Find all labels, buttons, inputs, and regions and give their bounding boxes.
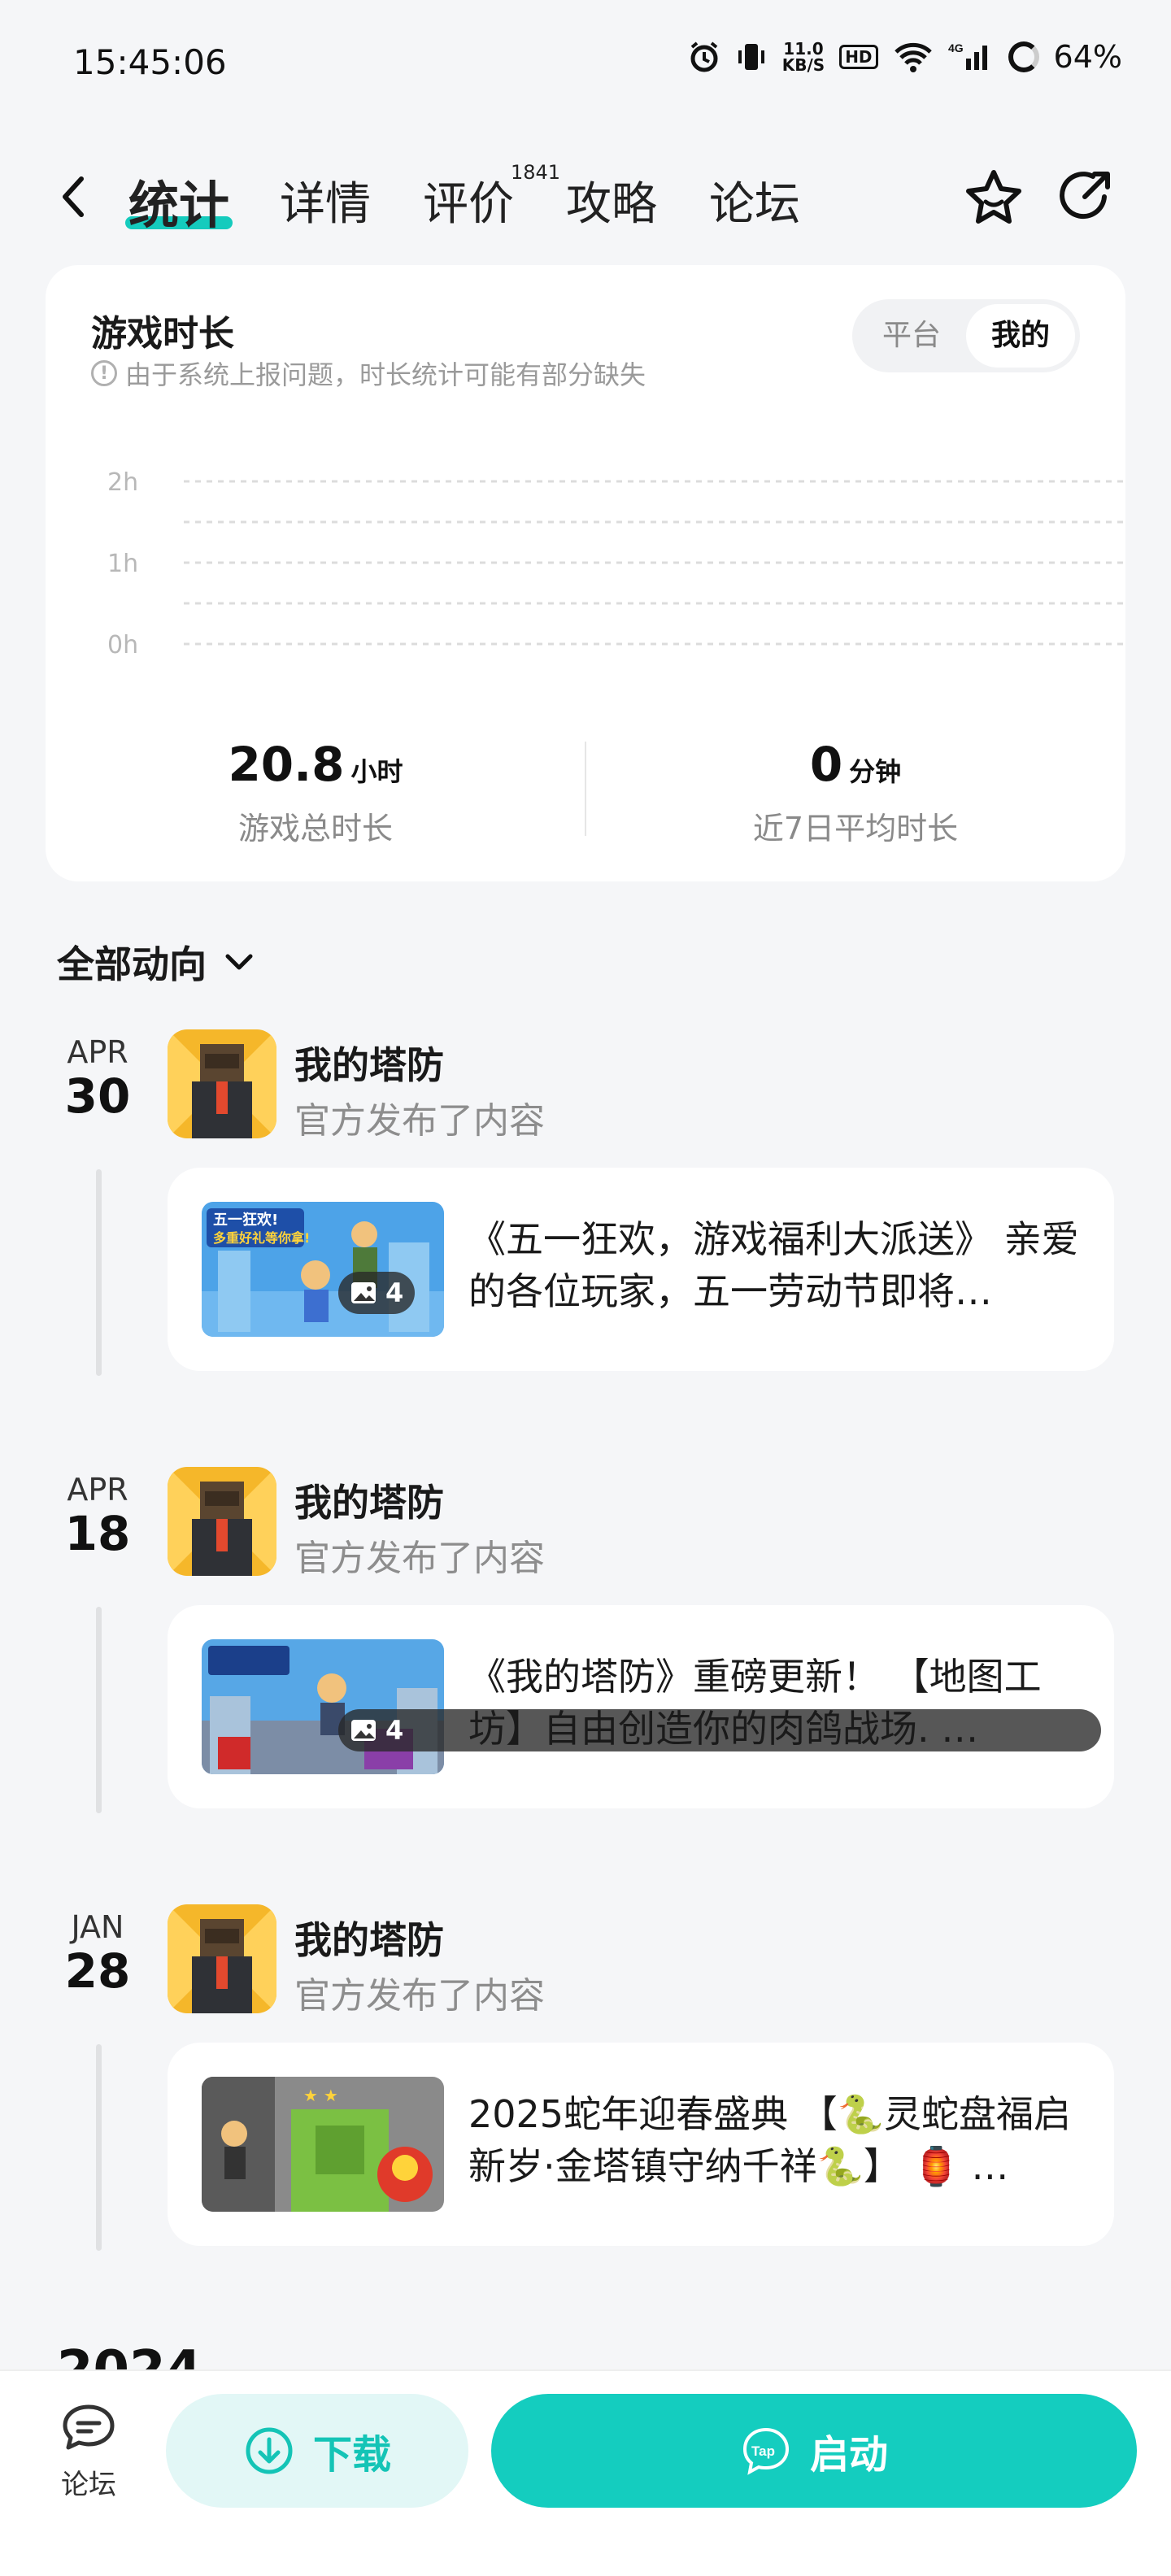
download-label: 下载 <box>312 2432 391 2478</box>
feed-entry: JAN 28 我的塔防 官方发布了内容 ★ ★ 2025蛇年迎春盛典 【🐍灵蛇盘… <box>0 1904 1171 2316</box>
playtime-summary: 20.8 小时 游戏总时长 0 分钟 近7日平均时长 <box>46 737 1125 867</box>
activity-filter-label: 全部动向 <box>57 942 207 986</box>
timeline-line <box>96 2044 102 2251</box>
total-playtime-value: 20.8 <box>228 737 345 792</box>
svg-text:★ ★: ★ ★ <box>303 2086 338 2105</box>
entry-date: APR 18 <box>49 1472 146 1560</box>
activity-filter[interactable]: 全部动向 <box>57 935 255 989</box>
total-playtime-unit: 小时 <box>350 756 403 787</box>
forum-button[interactable]: 论坛 <box>52 2402 125 2502</box>
card-note: ! 由于系统上报问题，时长统计可能有部分缺失 <box>91 355 646 392</box>
avg-playtime-value: 0 <box>809 737 843 792</box>
tap-logo-text: Tap <box>751 2443 775 2459</box>
share-icon[interactable] <box>1052 166 1117 231</box>
post-thumbnail[interactable]: ★ ★ <box>202 2077 444 2212</box>
toggle-mine[interactable]: 我的 <box>966 304 1075 368</box>
download-icon <box>246 2427 293 2474</box>
vibrate-icon <box>738 44 764 70</box>
entry-action: 官方发布了内容 <box>294 1100 545 1142</box>
feed-entry: APR 30 我的塔防 官方发布了内容 五一狂欢! 多重好礼等你拿! 4 《五一狂… <box>0 1029 1171 1441</box>
post-text[interactable]: 2025蛇年迎春盛典 【🐍灵蛇盘福启新岁·金塔镇守纳千祥🐍】 🏮 … <box>468 2088 1086 2194</box>
image-count-badge: 4 <box>338 1272 416 1314</box>
app-icon[interactable] <box>168 1904 276 2013</box>
image-count: 4 <box>385 1715 404 1746</box>
entry-day: 30 <box>64 1068 131 1124</box>
avg-playtime-label: 近7日平均时长 <box>752 811 959 846</box>
app-icon[interactable] <box>168 1467 276 1576</box>
chart-y-tick: 2h <box>107 468 138 497</box>
signal-icon: 4G <box>948 41 987 70</box>
bottom-action-bar: 论坛 下载 Tap 启动 <box>0 2369 1171 2576</box>
back-icon[interactable] <box>57 172 89 221</box>
info-icon: ! <box>91 360 117 386</box>
launch-label: 启动 <box>809 2432 888 2478</box>
image-count: 4 <box>385 1277 404 1308</box>
source-toggle[interactable]: 平台 我的 <box>852 299 1080 372</box>
tab-reviews[interactable]: 评价 <box>423 168 514 233</box>
tab-stats[interactable]: 统计 <box>128 164 229 237</box>
post-text[interactable]: 《五一狂欢，游戏福利大派送》 亲爱的各位玩家，五一劳动节即将… <box>468 1213 1086 1319</box>
download-button[interactable]: 下载 <box>166 2394 468 2508</box>
chevron-down-icon <box>225 954 253 970</box>
entry-month: JAN <box>71 1909 124 1945</box>
app-name[interactable]: 我的塔防 <box>294 1911 444 1965</box>
timeline-line <box>96 1169 102 1376</box>
entry-action: 官方发布了内容 <box>294 1975 545 2017</box>
avg-playtime-unit: 分钟 <box>849 756 902 787</box>
hd-badge: HD <box>839 45 878 69</box>
battery-icon <box>1008 41 1039 72</box>
avg-playtime: 0 分钟 近7日平均时长 <box>586 737 1125 848</box>
svg-text:4G: 4G <box>948 41 964 54</box>
post-thumbnail[interactable] <box>202 1639 444 1774</box>
entry-month: APR <box>67 1034 128 1070</box>
chart-y-tick: 0h <box>107 631 138 655</box>
status-time: 15:45:06 <box>73 42 227 82</box>
svg-text:多重好礼等你拿!: 多重好礼等你拿! <box>213 1230 310 1246</box>
reviews-count-badge: 1841 <box>511 161 561 184</box>
tap-logo-icon: Tap <box>742 2427 789 2475</box>
app-icon[interactable] <box>168 1029 276 1138</box>
tab-guides[interactable]: 攻略 <box>566 168 657 233</box>
post-card[interactable]: 4 《我的塔防》重磅更新！ 【地图工坊】自由创造你的肉鸽战场. … <box>168 1605 1114 1808</box>
star-icon[interactable] <box>961 166 1026 231</box>
entry-date: JAN 28 <box>49 1909 146 1997</box>
forum-button-label: 论坛 <box>61 2469 116 2501</box>
post-thumbnail[interactable]: 五一狂欢!多重好礼等你拿! <box>202 1202 444 1337</box>
toggle-platform[interactable]: 平台 <box>857 304 966 368</box>
card-title: 游戏时长 <box>91 313 234 355</box>
card-note-text: 由于系统上报问题，时长统计可能有部分缺失 <box>125 359 646 390</box>
total-playtime: 20.8 小时 游戏总时长 <box>46 737 586 848</box>
entry-action: 官方发布了内容 <box>294 1538 545 1579</box>
entry-day: 18 <box>64 1506 131 1561</box>
app-name[interactable]: 我的塔防 <box>294 1473 444 1527</box>
playtime-card: 游戏时长 ! 由于系统上报问题，时长统计可能有部分缺失 平台 我的 2h 1h 0h… <box>46 265 1125 881</box>
image-icon <box>351 1282 376 1303</box>
alarm-icon <box>690 41 718 72</box>
tab-forum[interactable]: 论坛 <box>709 168 800 233</box>
playtime-chart: 2h1h0h7/297/307/318/18/28/38/4 <box>107 468 1125 655</box>
entry-day: 28 <box>64 1943 131 1999</box>
status-icons: 11.0 KB/S HD 4G 64% <box>688 39 1122 75</box>
tab-header: 统计 详情 评价 1841 攻略 论坛 <box>0 154 1171 244</box>
total-playtime-label: 游戏总时长 <box>237 811 393 846</box>
battery-level: 64% <box>1053 39 1122 75</box>
net-speed: 11.0 KB/S <box>781 39 825 75</box>
post-text[interactable]: 《我的塔防》重磅更新！ 【地图工坊】自由创造你的肉鸽战场. … <box>468 1651 1086 1756</box>
launch-button[interactable]: Tap 启动 <box>491 2394 1137 2508</box>
timeline-line <box>96 1607 102 1813</box>
entry-month: APR <box>67 1472 128 1508</box>
status-bar: 15:45:06 11.0 KB/S HD 4G 64% <box>0 0 1171 122</box>
entry-date: APR 30 <box>49 1034 146 1122</box>
post-card[interactable]: 五一狂欢! 多重好礼等你拿! 4 《五一狂欢，游戏福利大派送》 亲爱的各位玩家，五… <box>168 1168 1114 1371</box>
post-card[interactable]: ★ ★ 2025蛇年迎春盛典 【🐍灵蛇盘福启新岁·金塔镇守纳千祥🐍】 🏮 … <box>168 2043 1114 2246</box>
app-name[interactable]: 我的塔防 <box>294 1036 444 1090</box>
forum-icon <box>63 2404 115 2450</box>
chart-y-tick: 1h <box>107 550 138 578</box>
image-icon <box>351 1720 376 1741</box>
svg-text:五一狂欢!: 五一狂欢! <box>213 1212 278 1229</box>
tab-details[interactable]: 详情 <box>280 168 371 233</box>
feed-entry: APR 18 我的塔防 官方发布了内容 4 《我的塔防》重磅更新！ 【地图工坊】… <box>0 1467 1171 1878</box>
wifi-icon <box>894 42 932 72</box>
